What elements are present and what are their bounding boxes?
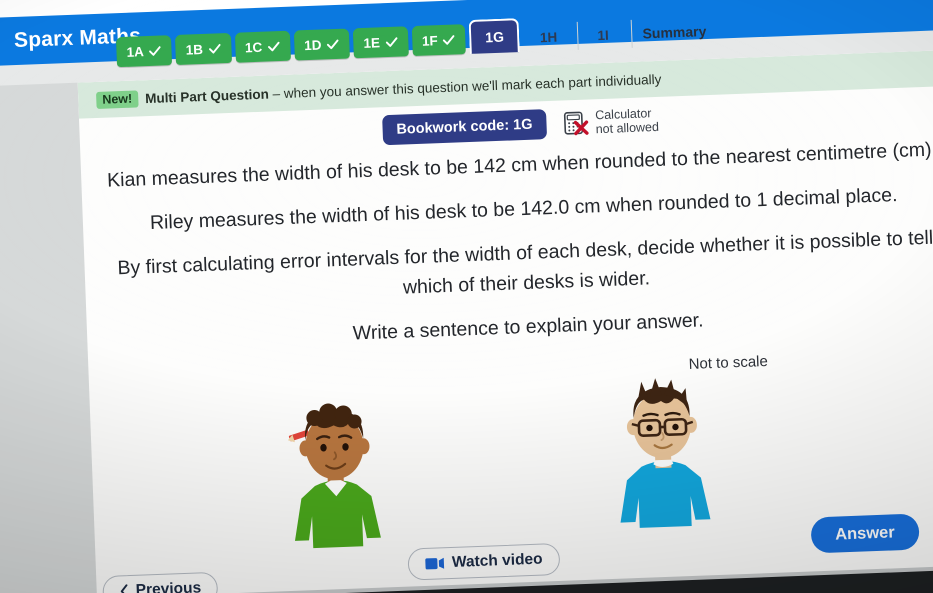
check-icon (149, 45, 161, 56)
tab-1e-label: 1E (363, 34, 381, 51)
figure-kian (257, 387, 413, 553)
check-icon (385, 36, 398, 47)
bookwork-code-badge[interactable]: Bookwork code: 1G (381, 109, 548, 146)
tab-1h-label: 1H (539, 29, 558, 45)
tab-1f[interactable]: 1F (411, 24, 467, 57)
calculator-status-text: Calculator not allowed (595, 106, 659, 136)
watch-video-button[interactable]: Watch video (407, 542, 561, 581)
back-button[interactable] (0, 17, 9, 66)
tab-1g-label: 1G (484, 28, 505, 46)
check-icon (267, 41, 280, 51)
tab-1i-label: 1I (597, 27, 609, 43)
previous-button-label: Previous (135, 579, 202, 593)
tab-1c-label: 1C (244, 39, 263, 55)
check-icon (326, 39, 339, 49)
question-paragraph-3: By first calculating error intervals for… (117, 226, 933, 299)
tab-1e[interactable]: 1E (352, 26, 409, 59)
device-screen: Sparx Maths 1A 1B 1C 1D 1E 1F 1G 1H 1I S… (0, 0, 933, 593)
question-body: Kian measures the width of his desk to b… (91, 134, 933, 372)
chevron-left-icon (120, 584, 128, 593)
video-camera-icon (425, 557, 445, 570)
tab-1a[interactable]: 1A (115, 35, 173, 68)
tab-1a-label: 1A (126, 43, 145, 60)
answer-button[interactable]: Answer (810, 513, 920, 554)
notice-rest: – when you answer this question we'll ma… (268, 71, 662, 102)
tab-1d[interactable]: 1D (293, 28, 350, 61)
riley-jumper (620, 460, 711, 528)
check-icon (208, 43, 221, 54)
tab-1b[interactable]: 1B (175, 32, 232, 65)
tab-summary-label: Summary (642, 23, 707, 42)
answer-button-label: Answer (834, 522, 896, 544)
calculator-status: Calculator not allowed (562, 106, 659, 138)
calculator-icon (562, 110, 589, 137)
tab-summary[interactable]: Summary (631, 16, 717, 48)
tab-1d-label: 1D (303, 37, 322, 53)
figure-riley (585, 366, 741, 532)
tab-1f-label: 1F (421, 32, 438, 49)
calculator-line-2: not allowed (595, 119, 660, 137)
new-badge: New! (95, 89, 139, 109)
tab-1b-label: 1B (185, 41, 204, 58)
tab-1c[interactable]: 1C (234, 30, 291, 63)
question-card: New! Multi Part Question – when you answ… (77, 49, 933, 593)
check-icon (443, 34, 455, 45)
tab-1h[interactable]: 1H (523, 22, 574, 52)
notice-strong: Multi Part Question (144, 86, 270, 106)
previous-button[interactable]: Previous (102, 571, 219, 593)
watch-video-label: Watch video (451, 550, 543, 571)
screen-photo: Sparx Maths 1A 1B 1C 1D 1E 1F 1G 1H 1I S… (0, 0, 933, 593)
tab-1g[interactable]: 1G (468, 18, 521, 54)
tab-1i[interactable]: 1I (577, 20, 629, 50)
